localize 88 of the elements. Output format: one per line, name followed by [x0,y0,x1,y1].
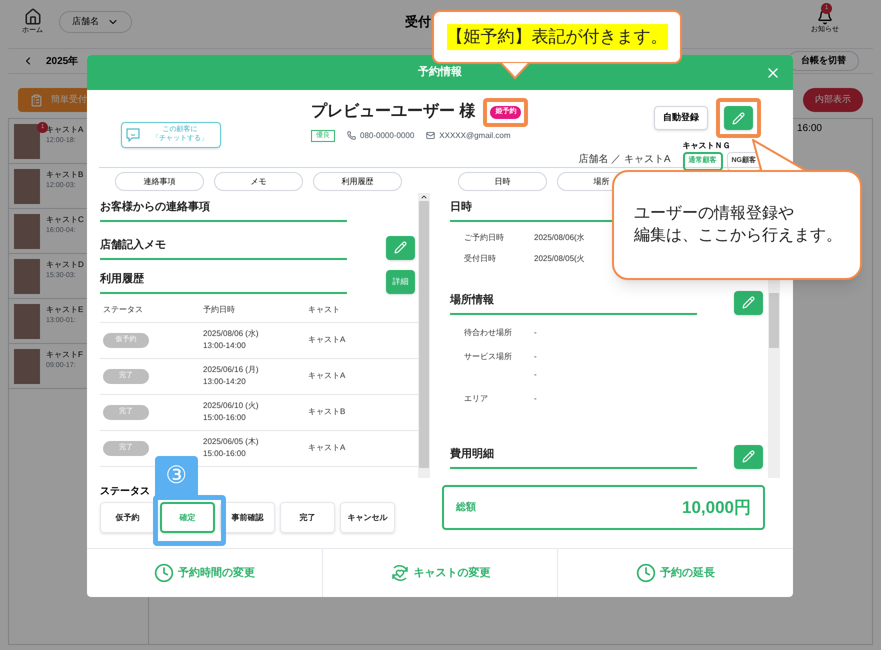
section-title: 場所情報 [450,292,697,314]
edit-button[interactable] [724,106,753,130]
column-header: キャスト [308,304,341,316]
home-icon[interactable] [24,8,42,26]
photo-placeholder [14,349,40,384]
history-cast: キャストA [308,370,346,382]
heart-cycle-icon [390,563,410,583]
pencil-icon [742,450,755,463]
scrollbar[interactable] [418,193,430,478]
pencil-icon [732,112,745,124]
cast-name[interactable]: キャストA [46,124,84,136]
shop-cast-label: 店舗名 ／ キャストA [578,152,670,167]
page-title: 受付 [405,13,431,32]
email-address: XXXXX@gmail.com [439,130,511,142]
step-label: ③ [155,456,198,496]
section-title: 店舗記入メモ [100,237,347,260]
history-time: 13:00-14:20 [203,376,247,388]
cast-name[interactable]: キャストB [46,169,84,181]
photo-placeholder [14,259,40,294]
internal-view-button[interactable]: 内部表示 [803,88,863,112]
cast-name[interactable]: キャストF [46,349,83,361]
clock-icon [154,563,174,583]
column-header: 予約日時 [203,304,236,316]
history-time: 13:00-14:00 [203,340,247,352]
auto-register-button[interactable]: 自動登録 [654,106,708,130]
history-date: 2025/08/06 (水) [203,328,260,340]
cast-name[interactable]: キャストC [46,214,84,226]
field-value: - [534,392,537,404]
field-label: 待合わせ場所 [464,326,513,338]
history-time: 15:00-16:00 [203,448,247,460]
status-option[interactable]: 事前確認 [220,502,275,533]
edit-button[interactable] [734,290,763,314]
mail-icon [426,131,436,140]
edit-button[interactable] [386,236,415,260]
field-value: - [534,350,537,362]
total-label: 総額 [456,500,476,515]
history-date: 2025/06/16 (月) [203,364,260,376]
clipboard-icon [30,94,43,106]
dialog-title: 予約情報 [418,64,462,80]
photo-placeholder [14,214,40,249]
photo-placeholder [14,304,40,339]
status-label: ステータス [100,485,151,499]
bell-icon[interactable] [817,8,833,25]
history-date: 2025/06/10 (火) [203,400,260,412]
time-label: 16:00 [796,122,822,136]
pencil-icon [742,296,755,309]
date-label: 2025年 [46,54,78,68]
cast-name[interactable]: キャストE [46,304,84,316]
customer-name: プレビューユーザー 様 [311,101,476,122]
section-tab[interactable]: 連絡事項 [115,172,204,191]
status-option[interactable]: 完了 [280,502,335,533]
field-value: - [534,368,537,380]
history-time: 15:00-16:00 [203,412,247,424]
history-date: 2025/06/05 (木) [203,436,260,448]
clock-icon [636,563,656,583]
photo-placeholder [14,169,40,204]
history-cast: キャストA [308,334,346,346]
store-select[interactable]: 店舗名 [59,11,132,33]
chat-bubble-icon [126,128,140,142]
cast-ng-label: キャストＮＧ [682,140,732,152]
cast-name[interactable]: キャストD [46,259,84,271]
status-option[interactable]: キャンセル [340,502,395,533]
field-label: 受付日時 [464,252,497,264]
field-label: サービス場所 [464,350,513,362]
column-header: ステータス [103,304,144,316]
field-value: 2025/08/06(水 [534,232,585,244]
section-tab[interactable]: メモ [214,172,303,191]
field-value: - [534,326,537,338]
history-cast: キャストB [308,406,346,418]
section-title: 費用明細 [450,446,697,468]
section-title: 利用履歴 [100,271,347,294]
field-value: 2025/08/05(火 [534,252,585,264]
edit-button[interactable] [734,444,763,468]
history-cast: キャストA [308,442,346,454]
status-option[interactable]: 仮予約 [100,502,155,533]
section-tab[interactable]: 日時 [458,172,547,191]
callout-text: 【姫予約】表記が付きます。 [446,24,668,50]
field-label: ご予約日時 [464,232,505,244]
pencil-icon [394,241,407,254]
field-label: エリア [464,392,489,404]
section-tab[interactable]: 利用履歴 [313,172,402,191]
section-title: お客様からの連絡事項 [100,199,347,222]
phone-number: 080-0000-0000 [360,130,414,142]
callout-text: 編集は、ここから行えます。 [634,226,843,246]
total-amount: 10,000円 [682,496,751,519]
phone-icon [347,131,356,140]
photo-placeholder [14,124,40,159]
scroll-up-icon[interactable] [420,193,428,201]
